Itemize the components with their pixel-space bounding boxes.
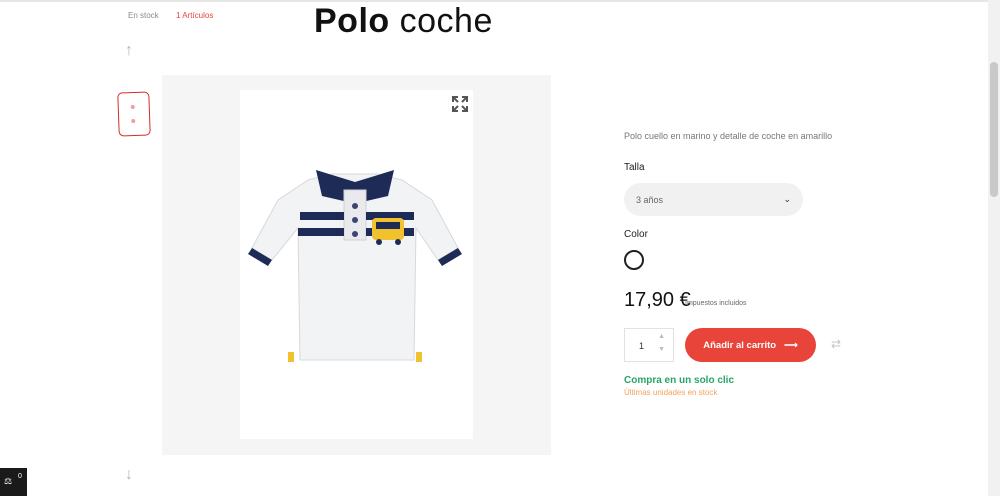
quantity-up-icon[interactable]: ▲ — [658, 333, 665, 340]
quantity-stepper[interactable]: 1 ▲ ▼ — [624, 328, 674, 362]
top-divider — [0, 0, 988, 2]
size-selected-value: 3 años — [636, 194, 664, 205]
thumbnail-up-arrow[interactable]: ↑ — [125, 42, 133, 60]
scrollbar-thumb[interactable] — [990, 62, 998, 197]
product-title: Polo coche — [314, 2, 493, 41]
size-select[interactable]: 3 años ⌄ — [624, 183, 803, 216]
product-price: 17,90 € — [624, 289, 691, 311]
product-image — [248, 170, 462, 362]
tax-note: Impuestos incluidos — [685, 300, 747, 307]
size-label: Talla — [624, 162, 645, 173]
scale-icon: ⚖ — [4, 476, 13, 486]
quantity-down-icon[interactable]: ▼ — [658, 346, 665, 353]
thumbnail-dot[interactable] — [130, 104, 135, 110]
add-to-cart-label: Añadir al carrito — [703, 339, 777, 351]
compare-icon[interactable]: ⇄ — [831, 337, 841, 351]
color-swatch[interactable] — [624, 250, 644, 270]
articles-count: 1 Artículos — [176, 11, 214, 20]
chevron-down-icon: ⌄ — [783, 194, 791, 204]
last-units-notice: Últimas unidades en stock — [624, 388, 718, 397]
thumbnail-down-arrow[interactable]: ↓ — [125, 466, 133, 484]
quantity-value[interactable]: 1 — [639, 341, 644, 351]
arrow-right-icon: ⟶ — [784, 339, 798, 351]
one-click-buy-link[interactable]: Compra en un solo clic — [624, 375, 734, 386]
compare-widget[interactable]: ⚖ 0 — [0, 468, 27, 496]
product-title-bold: Polo — [314, 2, 390, 40]
stock-status: En stock — [128, 11, 159, 20]
thumbnail-selector[interactable] — [117, 91, 151, 137]
thumbnail-dot[interactable] — [131, 118, 136, 124]
product-description: Polo cuello en marino y detalle de coche… — [624, 131, 833, 141]
color-label: Color — [624, 229, 648, 240]
product-title-rest: coche — [399, 2, 493, 40]
compare-count: 0 — [18, 473, 22, 480]
add-to-cart-button[interactable]: Añadir al carrito ⟶ — [685, 328, 816, 362]
expand-icon[interactable] — [451, 95, 469, 113]
